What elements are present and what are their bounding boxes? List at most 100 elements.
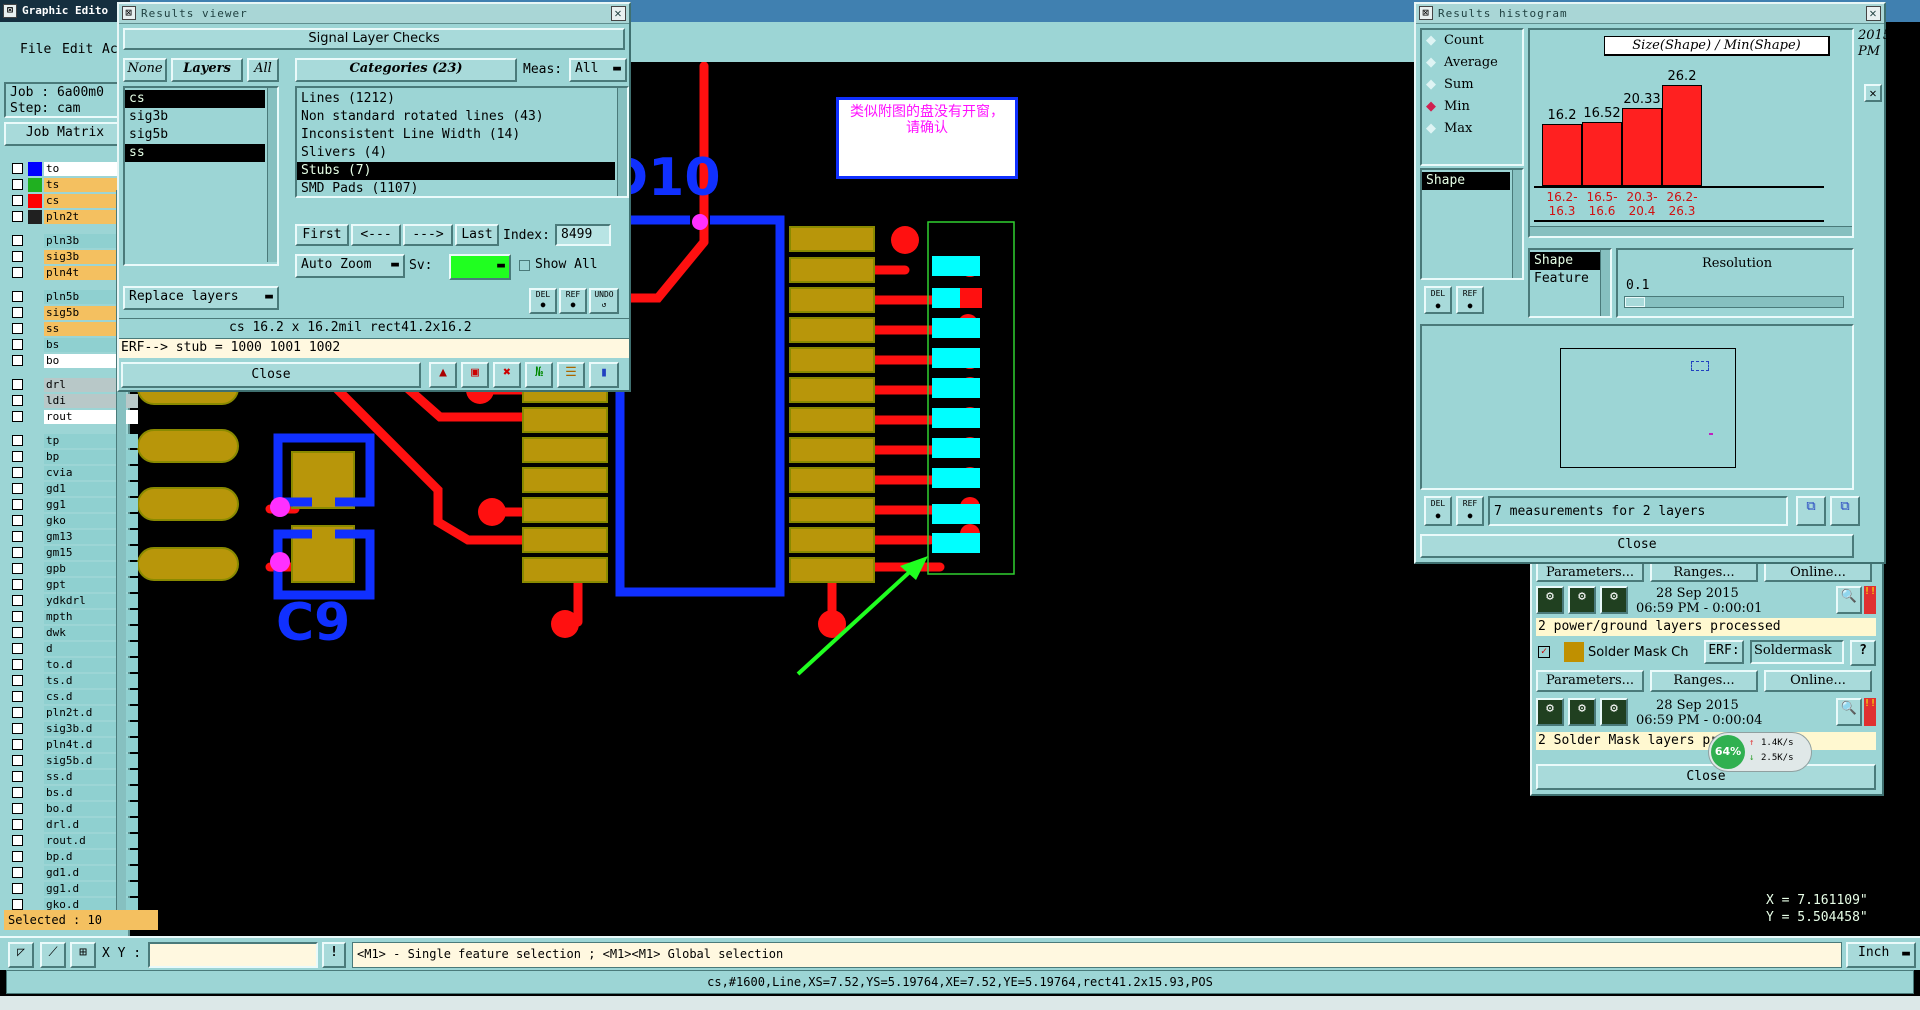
layer-checkbox[interactable] <box>12 899 23 910</box>
layer-row[interactable]: ss <box>12 322 138 337</box>
layer-checkbox[interactable] <box>12 531 23 542</box>
layer-list-item[interactable]: cs <box>125 90 265 108</box>
layer-checkbox[interactable] <box>12 691 23 702</box>
hist-ref-icon-bottom[interactable]: REF ● <box>1456 496 1484 526</box>
layer-row[interactable]: gm13 <box>12 530 138 545</box>
results-close-button[interactable]: Close <box>121 362 421 388</box>
layer-checkbox[interactable] <box>12 755 23 766</box>
run-icon-e[interactable]: ⚙ <box>1568 698 1596 726</box>
resolution-listbox[interactable]: Shape Feature <box>1528 248 1612 318</box>
measure-tool-icon[interactable]: ⟋ <box>40 942 66 968</box>
window-menu-icon[interactable]: ⊠ <box>122 6 136 20</box>
categories-listbox[interactable]: Lines (1212) Non standard rotated lines (… <box>295 86 629 198</box>
layer-checkbox[interactable] <box>12 467 23 478</box>
layer-checkbox[interactable] <box>12 499 23 510</box>
layer-checkbox[interactable] <box>12 355 23 366</box>
histogram-icon[interactable]: ▮ <box>589 362 619 388</box>
layer-checkbox[interactable] <box>12 643 23 654</box>
layer-row[interactable]: ldi <box>12 394 138 409</box>
layer-row[interactable]: pln5b <box>12 290 138 305</box>
resolution-list-scrollbar[interactable] <box>1600 250 1610 316</box>
histogram-left-listbox[interactable]: Shape <box>1420 168 1524 280</box>
layer-checkbox[interactable] <box>12 771 23 782</box>
resolution-list-item[interactable]: Shape <box>1530 252 1600 270</box>
histogram-chart-scrollbar[interactable] <box>1530 226 1852 236</box>
layer-row[interactable]: gd1.d <box>12 866 138 881</box>
radio-option[interactable]: ◆ Sum <box>1422 74 1522 96</box>
layer-row[interactable]: gpt <box>12 578 138 593</box>
ranges-button-1[interactable]: Ranges... <box>1650 562 1758 582</box>
ref-icon[interactable]: REF ● <box>559 288 587 314</box>
layer-checkbox[interactable] <box>12 595 23 606</box>
checklist-close-button[interactable]: Close <box>1536 764 1876 790</box>
categories-scrollbar[interactable] <box>617 88 627 196</box>
ranges-button-2[interactable]: Ranges... <box>1650 670 1758 692</box>
run-icon-b[interactable]: ⚙ <box>1568 586 1596 614</box>
auto-zoom-dropdown[interactable]: Auto Zoom ▬ <box>295 254 405 278</box>
report-icon[interactable]: ☰ <box>557 362 585 388</box>
layer-checkbox[interactable] <box>12 739 23 750</box>
hist-export-icon-b[interactable]: ⧉ <box>1830 496 1860 526</box>
hist-export-icon-a[interactable]: ⧉ <box>1796 496 1826 526</box>
layer-checkbox[interactable] <box>12 435 23 446</box>
layer-row[interactable]: bp.d <box>12 850 138 865</box>
parameters-button-2[interactable]: Parameters... <box>1536 670 1644 692</box>
layer-row[interactable]: cvia <box>12 466 138 481</box>
layer-row[interactable]: dwk <box>12 626 138 641</box>
del-icon[interactable]: DEL ● <box>529 288 557 314</box>
category-list-item[interactable]: Stubs (7) <box>297 162 615 180</box>
histogram-left-scrollbar[interactable] <box>1512 170 1522 278</box>
last-button[interactable]: Last <box>455 224 499 246</box>
layer-row[interactable]: gko <box>12 514 138 529</box>
layer-row[interactable]: gd1 <box>12 482 138 497</box>
layer-row[interactable]: ss.d <box>12 770 138 785</box>
layer-row[interactable]: gpb <box>12 562 138 577</box>
layer-checkbox[interactable] <box>12 451 23 462</box>
category-list-item[interactable]: Slivers (4) <box>297 144 615 162</box>
run-icon-d[interactable]: ⚙ <box>1536 698 1564 726</box>
layer-row[interactable]: to <box>12 162 138 177</box>
index-input[interactable]: 8499 <box>555 224 611 246</box>
layer-row[interactable]: rout.d <box>12 834 138 849</box>
layer-checkbox[interactable] <box>12 883 23 894</box>
layer-row[interactable]: bs.d <box>12 786 138 801</box>
layer-row[interactable]: pln4t <box>12 266 138 281</box>
sv-color-dropdown[interactable]: ▬ <box>449 254 511 280</box>
layer-checkbox[interactable] <box>12 179 23 190</box>
layer-row[interactable]: drl.d <box>12 818 138 833</box>
layer-checkbox[interactable] <box>12 675 23 686</box>
xy-input[interactable] <box>148 942 318 968</box>
online-button-1[interactable]: Online... <box>1764 562 1872 582</box>
layer-list-item[interactable]: ss <box>125 144 265 162</box>
layer-checkbox[interactable] <box>12 339 23 350</box>
layer-checkbox[interactable] <box>12 307 23 318</box>
layers-button[interactable]: Layers <box>171 58 243 82</box>
side-close-icon[interactable]: ✕ <box>1864 84 1882 102</box>
window-menu-icon[interactable]: ⊠ <box>3 4 17 18</box>
replace-layers-dropdown[interactable]: Replace layers ▬ <box>123 286 279 310</box>
layer-checkbox[interactable] <box>12 211 23 222</box>
histogram-left-item[interactable]: Shape <box>1422 172 1510 190</box>
categories-button[interactable]: Categories (23) <box>295 58 517 82</box>
number-icon[interactable]: № <box>525 362 553 388</box>
layer-list-item[interactable]: sig5b <box>125 126 265 144</box>
show-all-checkbox[interactable] <box>519 260 530 271</box>
units-dropdown[interactable]: Inch ▬ <box>1846 942 1916 968</box>
histogram-bar[interactable] <box>1662 85 1702 186</box>
histogram-bar[interactable] <box>1542 124 1582 186</box>
layer-checkbox[interactable] <box>12 659 23 670</box>
layer-row[interactable]: sig3b.d <box>12 722 138 737</box>
histogram-bar[interactable] <box>1622 108 1662 186</box>
layer-row[interactable]: bp <box>12 450 138 465</box>
run-icon-f[interactable]: ⚙ <box>1600 698 1628 726</box>
layer-row[interactable]: cs <box>12 194 138 209</box>
resolution-slider[interactable] <box>1624 296 1844 308</box>
layer-row[interactable]: pln2t.d <box>12 706 138 721</box>
help-button[interactable]: ? <box>1850 640 1876 666</box>
layer-row[interactable]: bs <box>12 338 138 353</box>
online-button-2[interactable]: Online... <box>1764 670 1872 692</box>
layer-row[interactable]: drl <box>12 378 138 393</box>
layer-row[interactable]: tp <box>12 434 138 449</box>
erf-label-button[interactable]: ERF: <box>1704 640 1744 664</box>
layer-checkbox[interactable] <box>12 723 23 734</box>
